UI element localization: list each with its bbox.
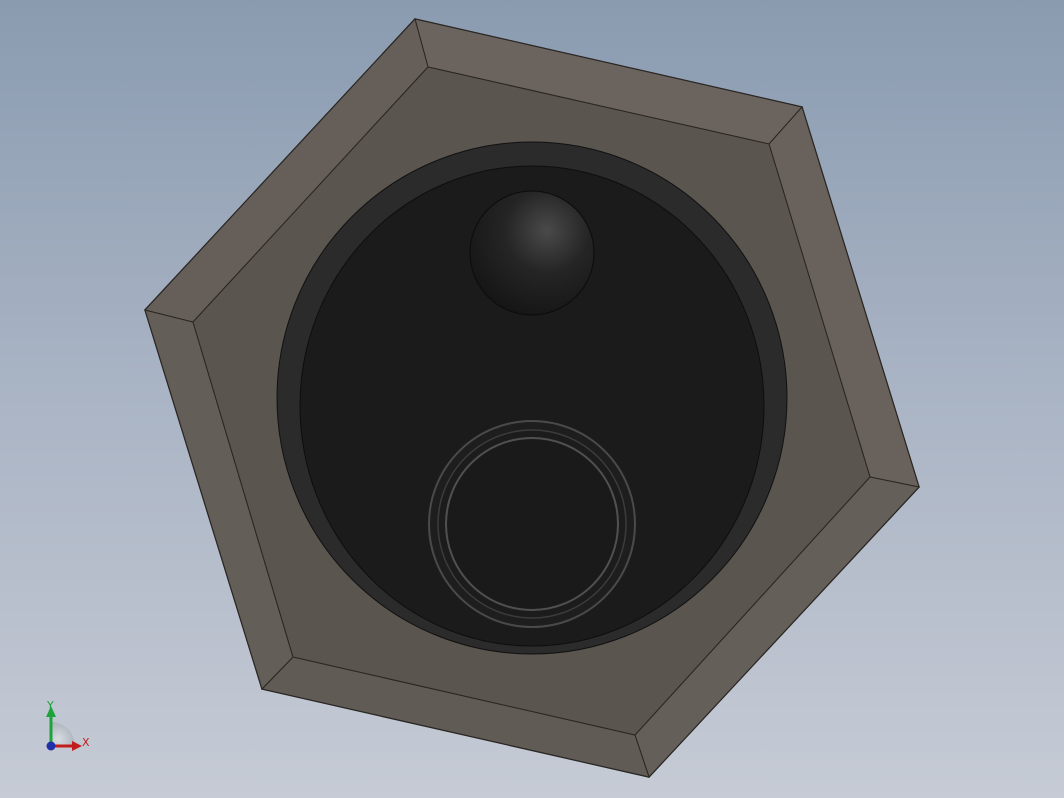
model-scene[interactable] [0,0,1064,798]
triad-shading [51,722,75,746]
view-triad[interactable] [46,706,82,751]
ring-inner [445,437,619,611]
lower-ring[interactable] [428,420,636,628]
z-axis-icon [46,741,56,751]
ball-sphere-shape [469,190,595,316]
cad-viewport[interactable]: Y X [0,0,1064,798]
x-axis-arrow-icon [72,741,82,751]
ball-sphere[interactable] [469,190,595,316]
triad-y-label: Y [47,699,54,712]
triad-x-label: X [82,736,90,749]
